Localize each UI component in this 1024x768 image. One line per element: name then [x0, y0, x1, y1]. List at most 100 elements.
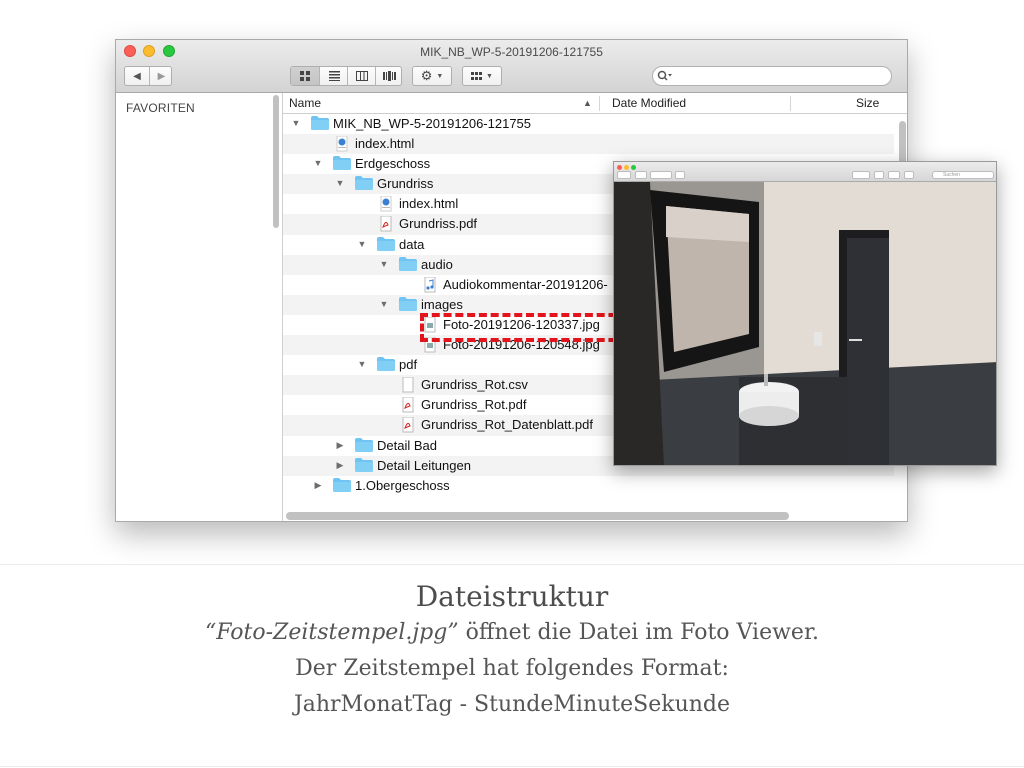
- file-name: pdf: [399, 357, 418, 373]
- file-name: Erdgeschoss: [355, 156, 431, 172]
- pdf-file-icon: [401, 416, 419, 433]
- file-name: index.html: [355, 136, 415, 152]
- icon-grid-icon: [299, 71, 310, 81]
- folder-icon: [311, 116, 329, 132]
- folder-icon: [333, 156, 351, 172]
- column-name[interactable]: Name: [289, 96, 321, 110]
- view-mode-control: [290, 66, 402, 86]
- sort-ascending-icon: ▲: [583, 98, 592, 108]
- caption-line-3: JahrMonatTag - StundeMinuteSekunde: [293, 692, 731, 717]
- html-file-icon: [335, 135, 353, 152]
- caption-line-2: Der Zeitstempel hat folgendes Format:: [295, 656, 729, 681]
- column-date-modified[interactable]: Date Modified: [612, 96, 686, 110]
- file-name: Detail Bad: [377, 437, 437, 453]
- folder-icon: [377, 236, 395, 253]
- folder-icon: [333, 477, 351, 494]
- file-name: Grundriss_Rot.csv: [421, 377, 528, 393]
- chevron-down-icon: ▼: [436, 72, 444, 80]
- column-header: Name ▲ Date Modified Size: [283, 93, 907, 114]
- file-name: Detail Leitungen: [377, 457, 471, 473]
- html-file-icon: [379, 195, 397, 212]
- back-button[interactable]: ◀: [125, 67, 149, 85]
- viewer-more-button[interactable]: [904, 171, 914, 179]
- file-row[interactable]: index.html: [283, 134, 894, 155]
- pdf-file-icon: [401, 396, 419, 413]
- window-title: MIK_NB_WP-5-20191206-121755: [420, 45, 603, 59]
- search-field[interactable]: [652, 66, 892, 86]
- viewer-info-button[interactable]: [635, 171, 647, 179]
- divider: [0, 564, 1024, 565]
- disclosure-closed-icon[interactable]: ▶: [335, 440, 345, 451]
- bathroom-photo: [614, 182, 996, 465]
- viewer-search-input[interactable]: Suchen: [943, 172, 960, 178]
- folder-icon: [355, 176, 373, 192]
- arrange-grid-icon: [471, 71, 483, 80]
- file-name: Grundriss_Rot_Datenblatt.pdf: [421, 417, 593, 433]
- file-name: Grundriss_Rot.pdf: [421, 397, 527, 413]
- viewer-rotate-button[interactable]: [874, 171, 884, 179]
- viewer-edit-button[interactable]: [888, 171, 900, 179]
- file-name: audio: [421, 256, 453, 272]
- photo-viewer-window: Suchen: [613, 161, 997, 466]
- caption-title: Dateistruktur: [415, 580, 609, 613]
- csv-file-icon: [401, 376, 419, 393]
- folder-icon: [399, 256, 417, 273]
- disclosure-closed-icon[interactable]: ▶: [313, 480, 323, 491]
- sidebar-scrollbar[interactable]: [273, 95, 279, 228]
- audio-file-icon: [423, 276, 441, 293]
- sidebar: FAVORITEN: [116, 93, 283, 521]
- disclosure-open-icon[interactable]: ▼: [357, 359, 367, 369]
- column-divider: [790, 96, 791, 111]
- disclosure-open-icon[interactable]: ▼: [379, 299, 389, 309]
- columns-icon: [356, 71, 368, 81]
- file-name: MIK_NB_WP-5-20191206-121755: [333, 116, 532, 131]
- disclosure-open-icon[interactable]: ▼: [313, 158, 323, 168]
- file-name: 1.Obergeschoss: [355, 477, 450, 493]
- image-file-icon: [423, 336, 441, 353]
- viewer-zoom-control[interactable]: [650, 171, 672, 179]
- action-menu-button[interactable]: ⚙ ▼: [412, 66, 452, 86]
- viewer-close-button[interactable]: [617, 165, 622, 170]
- column-view-button[interactable]: [347, 67, 376, 85]
- viewer-sidebar-button[interactable]: [617, 171, 631, 179]
- file-name: Foto-20191206-120548.jpg: [443, 337, 600, 353]
- column-size[interactable]: Size: [856, 96, 879, 110]
- horizontal-scrollbar[interactable]: [286, 512, 789, 520]
- forward-button[interactable]: ▶: [149, 67, 173, 85]
- viewer-minimize-button[interactable]: [624, 165, 629, 170]
- viewer-share-button[interactable]: [675, 171, 685, 179]
- folder-icon: [355, 437, 373, 454]
- file-row[interactable]: ▶ 1.Obergeschoss: [283, 476, 894, 496]
- cover-flow-button[interactable]: [375, 67, 403, 85]
- sidebar-heading-favorites: FAVORITEN: [126, 101, 195, 115]
- pdf-file-icon: [379, 215, 397, 232]
- back-forward-control: ◀ ▶: [124, 66, 172, 86]
- column-divider: [599, 96, 600, 111]
- list-view-button[interactable]: [319, 67, 348, 85]
- disclosure-open-icon[interactable]: ▼: [335, 178, 345, 188]
- file-row[interactable]: ▼ MIK_NB_WP-5-20191206-121755: [283, 114, 894, 134]
- caption-quoted-filename: “Foto-Zeitstempel.jpg”: [204, 620, 459, 645]
- folder-icon: [377, 357, 395, 373]
- file-name: data: [399, 236, 425, 252]
- viewer-zoom-button[interactable]: [631, 165, 636, 170]
- disclosure-open-icon[interactable]: ▼: [379, 259, 389, 269]
- search-icon: [657, 70, 672, 81]
- file-name: index.html: [399, 196, 459, 212]
- icon-view-button[interactable]: [291, 67, 319, 85]
- arrange-menu-button[interactable]: ▼: [462, 66, 502, 86]
- disclosure-closed-icon[interactable]: ▶: [335, 460, 345, 471]
- disclosure-open-icon[interactable]: ▼: [291, 118, 301, 128]
- image-file-icon: [423, 316, 441, 333]
- folder-icon: [399, 296, 417, 313]
- folder-icon: [355, 457, 373, 474]
- title-bar: MIK_NB_WP-5-20191206-121755 ◀ ▶ ⚙ ▼ ▼: [116, 40, 907, 93]
- file-name: Audiokommentar-20191206-: [443, 276, 608, 292]
- disclosure-open-icon[interactable]: ▼: [357, 239, 367, 249]
- divider: [0, 766, 1024, 767]
- photo-viewer-toolbar: Suchen: [614, 162, 996, 182]
- forward-arrow-icon: ▶: [157, 70, 166, 82]
- chevron-down-icon: ▼: [486, 72, 493, 80]
- viewer-search-field[interactable]: Suchen: [932, 171, 994, 179]
- viewer-markup-button[interactable]: [852, 171, 870, 179]
